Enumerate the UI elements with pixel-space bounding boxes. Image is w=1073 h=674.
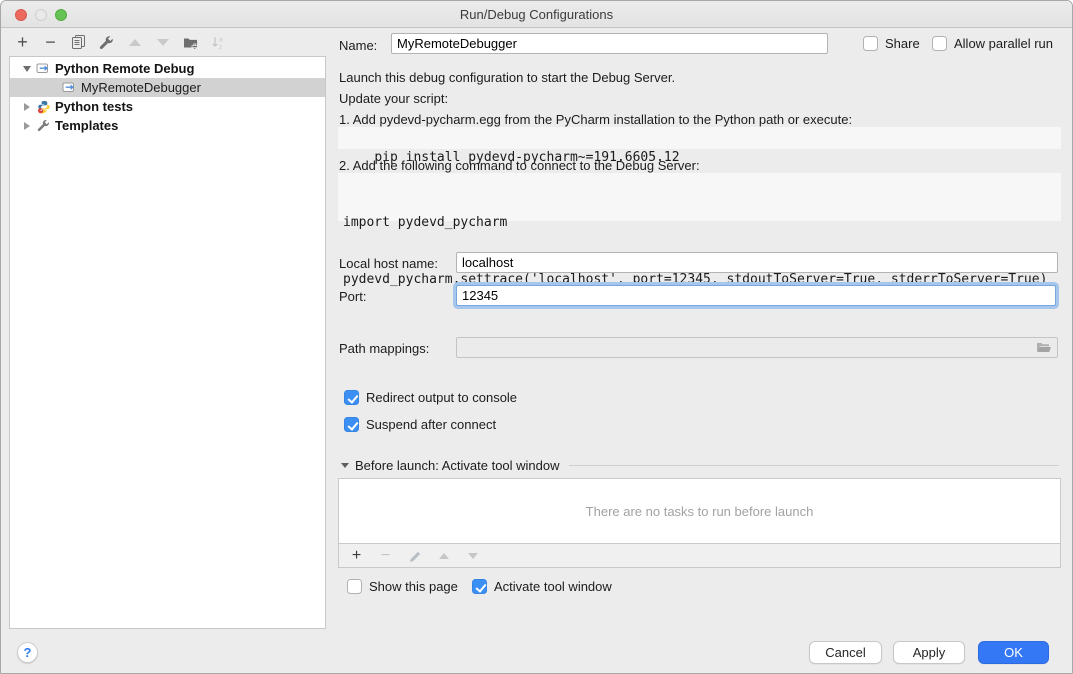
tree-item-label: Python tests [55,99,133,114]
run-config-icon [62,81,77,95]
redirect-output-checkbox[interactable] [344,390,359,405]
copy-configuration-button[interactable] [70,34,87,51]
code-line: import pydevd_pycharm [343,213,1056,232]
move-down-button [154,34,171,51]
cancel-button[interactable]: Cancel [809,641,882,664]
edit-templates-button[interactable] [98,34,115,51]
before-launch-header[interactable]: Before launch: Activate tool window [341,458,1059,473]
remove-task-button: − [377,547,394,564]
collapse-section-arrow-icon[interactable] [341,463,349,468]
settrace-code: import pydevd_pycharm pydevd_pycharm.set… [338,173,1061,221]
minus-icon: − [381,549,390,563]
allow-parallel-run-checkbox[interactable] [932,36,947,51]
tree-item-python-tests[interactable]: Python tests [10,97,325,116]
port-label: Port: [339,289,366,304]
expand-arrow-icon[interactable] [24,103,30,111]
sort-configurations-button: a z [210,34,227,51]
tree-item-templates[interactable]: Templates [10,116,325,135]
sort-letter-z: z [219,44,222,50]
sort-letter-a: a [219,36,223,43]
allow-parallel-checkbox-row: Allow parallel run [932,35,1053,52]
arrow-up-icon [129,39,141,46]
minus-icon: − [45,34,56,50]
step1-text: 1. Add pydevd-pycharm.egg from the PyCha… [339,112,852,127]
show-this-page-label: Show this page [369,579,458,594]
path-mappings-field[interactable] [456,337,1058,358]
share-checkbox-row: Share [863,35,920,52]
activate-tool-window-label: Activate tool window [494,579,612,594]
before-launch-task-list[interactable]: There are no tasks to run before launch [338,478,1061,544]
share-label: Share [885,36,920,51]
sort-alphabetically-icon: a z [211,35,226,50]
allow-parallel-run-label: Allow parallel run [954,36,1053,51]
path-mappings-label: Path mappings: [339,341,429,356]
suspend-after-connect-checkbox[interactable] [344,417,359,432]
configurations-toolbar: + − a z [14,32,227,52]
new-folder-button[interactable] [182,34,199,51]
before-launch-title: Before launch: Activate tool window [355,458,560,473]
run-config-icon [36,62,51,76]
ok-button[interactable]: OK [978,641,1049,664]
suspend-after-connect-label: Suspend after connect [366,417,496,432]
name-input[interactable] [391,33,828,54]
show-this-page-row: Show this page [347,578,458,595]
no-tasks-text: There are no tasks to run before launch [586,504,814,519]
tree-item-python-remote-debug[interactable]: Python Remote Debug [10,59,325,78]
help-button[interactable]: ? [17,642,38,663]
pip-install-code: pip install pydevd-pycharm~=191.6605.12 [338,127,1061,149]
update-script-text: Update your script: [339,91,448,106]
suspend-after-connect-row: Suspend after connect [344,416,496,433]
move-task-up-button [435,547,452,564]
tree-item-label: Templates [55,118,118,133]
port-input[interactable] [456,285,1056,306]
plus-icon: + [352,549,361,563]
expand-arrow-icon[interactable] [24,122,30,130]
before-launch-toolbar: + − [338,544,1061,568]
window-title: Run/Debug Configurations [1,7,1072,22]
templates-wrench-icon [36,119,51,133]
arrow-up-icon [439,553,449,559]
intro-text: Launch this debug configuration to start… [339,70,675,85]
share-checkbox[interactable] [863,36,878,51]
move-task-down-button [464,547,481,564]
plus-icon: + [17,34,28,50]
tree-item-myremotedebugger[interactable]: MyRemoteDebugger [10,78,325,97]
question-mark-icon: ? [24,645,32,660]
tree-item-label: MyRemoteDebugger [81,80,201,95]
run-debug-configurations-dialog: Run/Debug Configurations + − [0,0,1073,674]
edit-task-button [406,547,423,564]
add-task-button[interactable]: + [348,547,365,564]
tree-item-label: Python Remote Debug [55,61,194,76]
activate-tool-window-row: Activate tool window [472,578,612,595]
show-this-page-checkbox[interactable] [347,579,362,594]
wrench-icon [99,35,114,50]
add-configuration-button[interactable]: + [14,34,31,51]
titlebar[interactable]: Run/Debug Configurations [1,1,1072,28]
name-label: Name: [339,38,377,53]
copy-icon [71,34,87,50]
local-host-input[interactable] [456,252,1058,273]
redirect-output-label: Redirect output to console [366,390,517,405]
arrow-down-icon [468,553,478,559]
step2-text: 2. Add the following command to connect … [339,158,700,173]
browse-folder-icon[interactable] [1036,341,1052,354]
redirect-output-row: Redirect output to console [344,389,517,406]
collapse-arrow-icon[interactable] [23,66,31,72]
python-tests-icon [36,100,51,114]
activate-tool-window-checkbox[interactable] [472,579,487,594]
section-divider [569,465,1059,466]
arrow-down-icon [157,39,169,46]
move-up-button [126,34,143,51]
configurations-tree: Python Remote Debug MyRemoteDebugger [9,56,326,629]
remove-configuration-button[interactable]: − [42,34,59,51]
apply-button[interactable]: Apply [893,641,965,664]
pencil-icon [408,549,422,563]
local-host-label: Local host name: [339,256,438,271]
new-folder-icon [183,35,199,50]
